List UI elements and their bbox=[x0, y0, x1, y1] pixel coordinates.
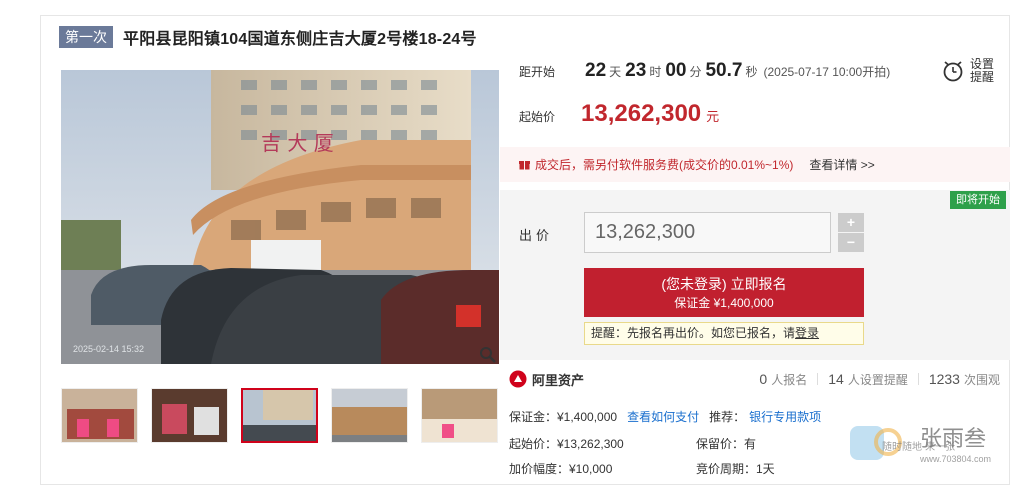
how-to-pay-link[interactable]: 查看如何支付 bbox=[627, 408, 699, 425]
auction-details-grid: 起始价：¥13,262,300 保留价：有 加价幅度：¥10,000 竞价周期：… bbox=[509, 435, 775, 485]
bid-amount-input[interactable] bbox=[584, 212, 831, 253]
bid-hint: 提醒：先报名再出价。如您已报名，请登录 bbox=[584, 322, 864, 345]
zoom-icon[interactable] bbox=[479, 346, 497, 364]
countdown-minutes-unit: 分 bbox=[689, 65, 702, 79]
reminder-label: 人设置提醒 bbox=[847, 372, 908, 387]
photo-timestamp: 2025-02-14 15:32 bbox=[73, 344, 144, 354]
start-price-unit: 元 bbox=[706, 109, 720, 124]
countdown-timer: 22 天 23 时 00 分 50.7 秒 (2025-07-17 10:00开… bbox=[585, 60, 890, 82]
countdown-hours: 23 bbox=[625, 60, 647, 81]
thumbnail-strip bbox=[61, 388, 511, 443]
start-price-value: 13,262,300 bbox=[581, 100, 702, 127]
gift-icon bbox=[519, 161, 530, 170]
title-bar: 第一次 平阳县昆阳镇104国道东侧庄吉大厦2号楼18-24号 bbox=[59, 25, 477, 49]
signed-count: 0 bbox=[759, 370, 768, 387]
countdown-row: 距开始 22 天 23 时 00 分 50.7 秒 (2025-07-17 10… bbox=[519, 60, 1009, 96]
round-badge: 第一次 bbox=[59, 26, 113, 48]
thumbnail-5[interactable] bbox=[421, 388, 498, 443]
increase-bid-button[interactable]: + bbox=[838, 213, 864, 232]
bid-label: 出价 bbox=[519, 228, 554, 243]
set-reminder-label: 设置 提醒 bbox=[970, 58, 994, 84]
stats-divider bbox=[817, 373, 819, 385]
bank-account-link[interactable]: 银行专用款项 bbox=[749, 408, 821, 425]
watermark: 张雨叁 随时随地 来一张 www.703804.com bbox=[848, 420, 1010, 468]
deposit-text: 保证金：¥1,400,000 bbox=[509, 410, 618, 424]
detail-increment: 加价幅度：¥10,000 bbox=[509, 462, 613, 476]
watermark-slogan: 随时随地 来一张 bbox=[882, 440, 955, 453]
building-sign: 吉 大 厦 bbox=[261, 131, 334, 155]
property-photo: 吉 大 厦 2025-02-14 15:32 bbox=[61, 70, 499, 364]
countdown-label: 距开始 bbox=[519, 65, 556, 79]
start-time-note: (2025-07-17 10:00开拍) bbox=[763, 65, 891, 79]
watermark-logo: 张雨叁 随时随地 来一张 www.703804.com bbox=[850, 426, 991, 464]
stats-divider bbox=[917, 373, 919, 385]
watermark-url: www.703804.com bbox=[919, 454, 991, 464]
thumbnail-1[interactable] bbox=[61, 388, 138, 443]
view-label: 次围观 bbox=[963, 372, 1000, 387]
service-fee-text: 成交后，需另付软件服务费(成交价的0.01%~1%) bbox=[535, 158, 794, 172]
main-photo[interactable]: 吉 大 厦 2025-02-14 15:32 bbox=[61, 70, 499, 364]
thumbnail-4[interactable] bbox=[331, 388, 408, 443]
reminder-count: 14 bbox=[828, 370, 844, 387]
ali-assets-logo-icon bbox=[509, 370, 527, 388]
service-fee-notice: 成交后，需另付软件服务费(成交价的0.01%~1%) 查看详情 >> bbox=[500, 147, 1010, 182]
thumbnail-3[interactable] bbox=[241, 388, 318, 443]
start-price-label: 起始价 bbox=[519, 110, 556, 124]
seller-row: 阿里资产 0 人报名 14 人设置提醒 1233 次围观 bbox=[509, 365, 1009, 393]
signup-deposit: 保证金 ¥1,400,000 bbox=[674, 296, 774, 310]
countdown-minutes: 00 bbox=[665, 60, 687, 81]
bid-hint-text: 提醒：先报名再出价。如您已报名，请 bbox=[591, 326, 796, 340]
recommend-label: 推荐： bbox=[709, 410, 746, 424]
countdown-seconds-unit: 秒 bbox=[745, 65, 758, 79]
detail-start-price: 起始价：¥13,262,300 bbox=[509, 437, 624, 451]
detail-reserve: 保留价：有 bbox=[696, 437, 757, 451]
login-link[interactable]: 登录 bbox=[795, 326, 819, 340]
status-badge: 即将开始 bbox=[950, 191, 1006, 209]
countdown-days-unit: 天 bbox=[609, 65, 622, 79]
start-price-row: 起始价 13,262,300 元 bbox=[519, 100, 719, 128]
signup-label: (您未登录) 立即报名 bbox=[661, 276, 787, 292]
deposit-row: 保证金：¥1,400,000 查看如何支付 推荐： 银行专用款项 bbox=[509, 408, 821, 425]
auction-stats: 0 人报名 14 人设置提醒 1233 次围观 bbox=[759, 371, 1000, 388]
thumbnail-2[interactable] bbox=[151, 388, 228, 443]
set-reminder-line2: 提醒 bbox=[970, 70, 995, 84]
page-title: 平阳县昆阳镇104国道东侧庄吉大厦2号楼18-24号 bbox=[123, 31, 477, 48]
seller-name: 阿里资产 bbox=[532, 372, 585, 388]
countdown-seconds: 50.7 bbox=[705, 60, 743, 81]
decrease-bid-button[interactable]: − bbox=[838, 233, 864, 252]
signed-label: 人报名 bbox=[771, 372, 808, 387]
view-details-link[interactable]: 查看详情 >> bbox=[809, 156, 874, 173]
alarm-clock-icon bbox=[943, 61, 963, 82]
view-count: 1233 bbox=[928, 370, 960, 387]
countdown-days: 22 bbox=[585, 60, 607, 81]
detail-cycle: 竞价周期：1天 bbox=[696, 462, 775, 476]
set-reminder-button[interactable]: 设置 提醒 bbox=[942, 54, 1002, 88]
signup-button[interactable]: (您未登录) 立即报名 保证金 ¥1,400,000 bbox=[584, 268, 864, 317]
countdown-hours-unit: 时 bbox=[649, 65, 662, 79]
